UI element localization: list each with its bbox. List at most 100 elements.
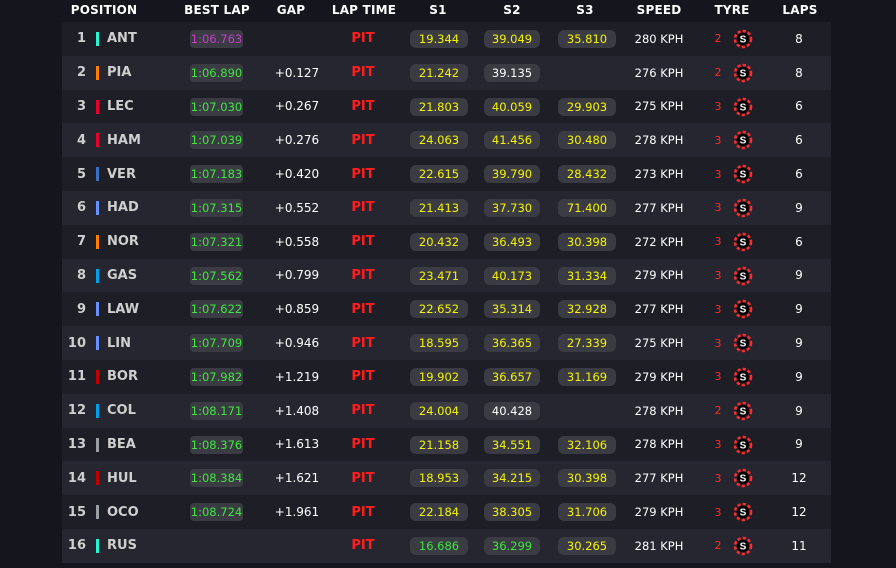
position-number: 9 — [76, 301, 86, 317]
table-row[interactable]: 13 BEA 1:08.376 +1.613 PIT 21.158 34.551… — [62, 427, 831, 462]
table-row[interactable]: 11 BOR 1:07.982 +1.219 PIT 19.902 36.657… — [62, 359, 831, 394]
sector-1-cell: 18.595 — [410, 334, 468, 353]
laps-cell: 9 — [795, 437, 803, 452]
table-row[interactable]: 2 PIA 1:06.890 +0.127 PIT 21.242 39.135 … — [62, 55, 831, 90]
best-lap-cell: 1:07.039 — [190, 131, 243, 150]
table-row[interactable]: 14 HUL 1:08.384 +1.621 PIT 18.953 34.215… — [62, 461, 831, 496]
lap-time-pit: PIT — [351, 301, 375, 317]
tyre-age: 3 — [714, 133, 722, 147]
laps-cell: 8 — [795, 31, 803, 46]
driver-code: ANT — [107, 31, 137, 47]
speed-cell: 278 KPH — [634, 437, 684, 452]
sector-3-cell: 32.106 — [558, 435, 616, 454]
tyre-age: 2 — [714, 539, 722, 553]
position-number: 10 — [67, 335, 86, 351]
soft-tyre-icon: S — [733, 232, 753, 252]
gap-cell — [267, 529, 327, 563]
tyre-compound-letter: S — [740, 440, 747, 451]
speed-cell: 279 KPH — [634, 505, 684, 520]
gap-cell: +0.859 — [274, 302, 320, 317]
table-row[interactable]: 3 LEC 1:07.030 +0.267 PIT 21.803 40.059 … — [62, 89, 831, 124]
soft-tyre-icon: S — [733, 131, 753, 150]
table-row[interactable]: 4 HAM 1:07.039 +0.276 PIT 24.063 41.456 … — [62, 123, 831, 158]
speed-cell: 273 KPH — [634, 167, 684, 182]
position-number: 3 — [76, 98, 86, 114]
sector-2-cell: 39.049 — [484, 30, 540, 48]
table-row[interactable]: 8 GAS 1:07.562 +0.799 PIT 23.471 40.173 … — [62, 258, 831, 293]
sector-2-cell: 34.551 — [484, 435, 540, 454]
table-row[interactable]: 15 OCO 1:08.724 +1.961 PIT 22.184 38.305… — [62, 495, 831, 529]
tyre-compound-letter: S — [740, 204, 747, 215]
soft-tyre-icon: S — [733, 198, 753, 218]
team-color-bar — [96, 538, 99, 553]
driver-code: BOR — [107, 369, 138, 385]
sector-1-cell: 23.471 — [410, 266, 468, 285]
position-number: 13 — [67, 436, 86, 452]
driver-code: LEC — [107, 98, 134, 114]
timing-table: 1 ANT 1:06.763 PIT 19.344 39.049 35.810 … — [62, 22, 831, 563]
laps-cell: 9 — [795, 268, 803, 283]
gap-cell: +0.276 — [274, 133, 320, 148]
driver-code: LIN — [107, 335, 132, 351]
sector-2-cell: 38.305 — [484, 503, 540, 522]
speed-cell: 276 KPH — [634, 65, 684, 80]
lap-time-pit: PIT — [351, 403, 375, 419]
best-lap-cell: 1:07.562 — [190, 266, 243, 285]
soft-tyre-icon: S — [733, 97, 753, 116]
team-color-bar — [96, 99, 99, 114]
best-lap-cell: 1:08.171 — [190, 401, 243, 420]
sector-2-cell: 36.299 — [484, 536, 540, 555]
table-row[interactable]: 10 LIN 1:07.709 +0.946 PIT 18.595 36.365… — [62, 326, 831, 360]
sector-3-cell: 71.400 — [558, 198, 616, 217]
tyre-age: 3 — [714, 505, 722, 519]
lap-time-pit: PIT — [351, 504, 375, 520]
tyre-compound-letter: S — [740, 35, 747, 46]
driver-code: COL — [107, 403, 136, 419]
laps-cell: 6 — [795, 234, 803, 249]
table-row[interactable]: 16 RUS PIT 16.686 36.299 30.265 281 KPH … — [62, 528, 831, 563]
lap-time-pit: PIT — [351, 132, 375, 148]
laps-cell: 6 — [795, 167, 803, 182]
sector-3-cell: 30.398 — [558, 469, 616, 488]
tyre-compound-letter: S — [740, 406, 747, 417]
soft-tyre-icon: S — [733, 300, 753, 319]
tyre-age: 2 — [714, 66, 722, 80]
best-lap-cell: 1:07.030 — [190, 97, 243, 116]
position-number: 8 — [76, 267, 86, 283]
table-row[interactable]: 5 VER 1:07.183 +0.420 PIT 22.615 39.790 … — [62, 157, 831, 191]
table-row[interactable]: 7 NOR 1:07.321 +0.558 PIT 20.432 36.493 … — [62, 224, 831, 259]
sector-1-cell: 22.615 — [410, 165, 468, 184]
sector-1-cell: 21.158 — [410, 435, 468, 454]
lap-time-pit: PIT — [351, 436, 375, 452]
table-row[interactable]: 6 HAD 1:07.315 +0.552 PIT 21.413 37.730 … — [62, 190, 831, 225]
tyre-age: 3 — [714, 167, 722, 181]
table-row[interactable]: 9 LAW 1:07.622 +0.859 PIT 22.652 35.314 … — [62, 292, 831, 327]
lap-time-pit: PIT — [351, 538, 375, 554]
position-number: 12 — [67, 403, 86, 419]
position-number: 15 — [67, 504, 86, 520]
sector-2-cell: 36.365 — [484, 334, 540, 353]
soft-tyre-icon: S — [733, 502, 753, 522]
laps-cell: 9 — [795, 403, 803, 418]
gap-cell — [267, 22, 327, 56]
sector-3-cell: 31.706 — [558, 503, 616, 522]
laps-cell: 9 — [795, 302, 803, 317]
speed-cell: 278 KPH — [634, 403, 684, 418]
table-row[interactable]: 12 COL 1:08.171 +1.408 PIT 24.004 40.428… — [62, 393, 831, 428]
gap-cell: +0.267 — [274, 99, 320, 114]
gap-cell: +0.799 — [274, 268, 320, 283]
driver-code: GAS — [107, 267, 138, 283]
driver-code: VER — [107, 166, 136, 182]
position-number: 4 — [76, 132, 86, 148]
soft-tyre-icon: S — [733, 435, 753, 454]
sector-3-cell: 29.903 — [558, 97, 616, 116]
lap-time-pit: PIT — [351, 369, 375, 385]
sector-3-cell: 27.339 — [558, 334, 616, 353]
best-lap-cell: 1:07.622 — [190, 300, 243, 319]
table-row[interactable]: 1 ANT 1:06.763 PIT 19.344 39.049 35.810 … — [62, 22, 831, 56]
timing-header: POSITION BEST LAP GAP LAP TIME S1 S2 S3 … — [0, 0, 896, 22]
speed-cell: 280 KPH — [634, 31, 684, 46]
lap-time-pit: PIT — [351, 234, 375, 250]
team-color-bar — [96, 302, 99, 317]
position-number: 14 — [67, 470, 86, 486]
